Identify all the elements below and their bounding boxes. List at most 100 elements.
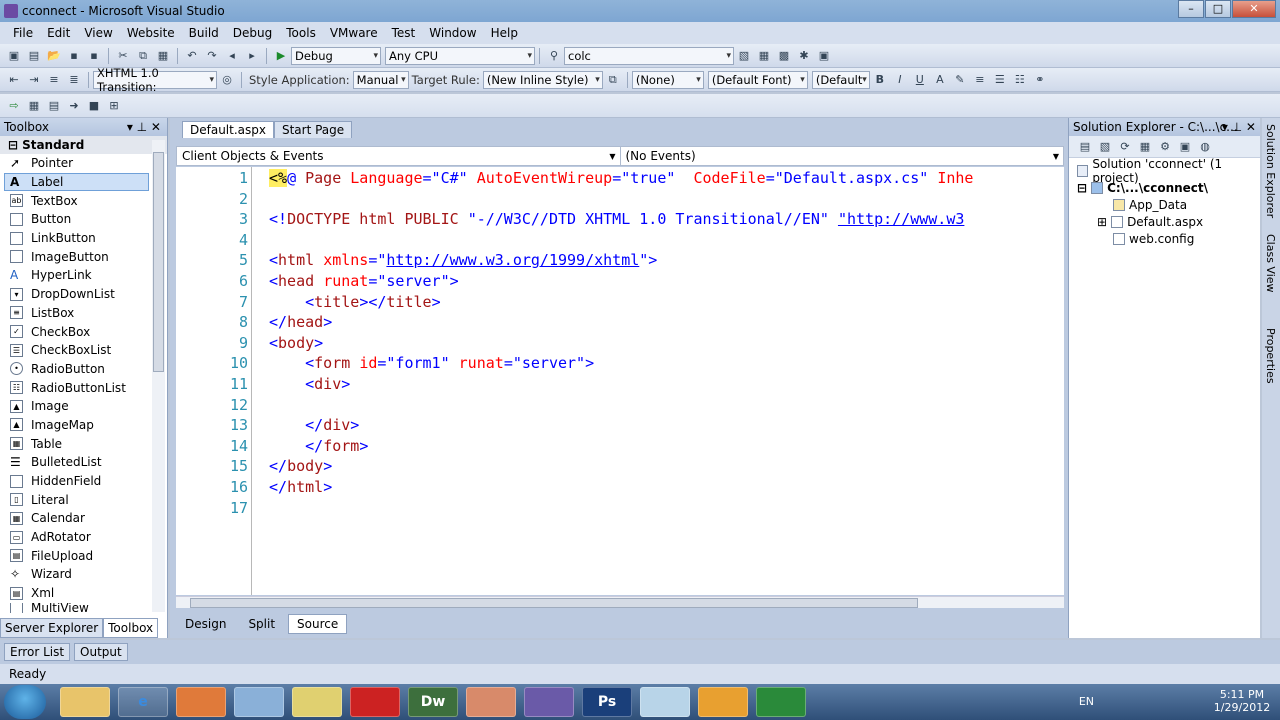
- comment-icon[interactable]: ≡: [46, 72, 62, 88]
- maximize-button[interactable]: □: [1205, 0, 1231, 18]
- toolbox-item-radiobutton[interactable]: • RadioButton: [0, 360, 167, 379]
- align-icon[interactable]: ≡: [972, 72, 988, 88]
- toolbox-item-table[interactable]: ▦ Table: [0, 434, 167, 453]
- highlight-icon[interactable]: ✎: [952, 72, 968, 88]
- toolbox-item-adrotator[interactable]: ▭ AdRotator: [0, 528, 167, 547]
- language-indicator[interactable]: EN: [1079, 695, 1094, 708]
- toolbox-item-listbox[interactable]: ≡ ListBox: [0, 304, 167, 323]
- style-application-dropdown[interactable]: Manual: [352, 70, 409, 89]
- toolbox-icon[interactable]: ✱: [796, 48, 812, 64]
- tree-item-web-config[interactable]: web.config: [1069, 230, 1260, 247]
- cancel-build-icon[interactable]: ■: [86, 98, 102, 114]
- toolbox-item-label[interactable]: A Label: [4, 172, 149, 192]
- close-button[interactable]: ✕: [1232, 0, 1276, 18]
- toolbox-scrollbar[interactable]: [152, 140, 165, 612]
- rebuild-icon[interactable]: ▤: [46, 98, 62, 114]
- panel-controls[interactable]: ▾ ⊥ ✕: [127, 120, 161, 134]
- nest-files-icon[interactable]: ▦: [1137, 139, 1153, 155]
- cut-icon[interactable]: ✂: [115, 48, 131, 64]
- toolbox-item-hyperlink[interactable]: A HyperLink: [0, 266, 167, 285]
- toolbox-item-checkboxlist[interactable]: ☰ CheckBoxList: [0, 341, 167, 360]
- show-all-files-icon[interactable]: ▧: [1097, 139, 1113, 155]
- visual-studio-taskbar-icon[interactable]: [524, 687, 574, 717]
- numbering-icon[interactable]: ☷: [1012, 72, 1028, 88]
- bold-button[interactable]: B: [872, 72, 888, 88]
- toolbox-item-pointer[interactable]: ➚ Pointer: [0, 154, 167, 173]
- bullets-icon[interactable]: ☰: [992, 72, 1008, 88]
- navigate-back-icon[interactable]: ◂: [224, 48, 240, 64]
- font-size-dropdown[interactable]: (Default: [811, 70, 870, 89]
- toolbox-item-radiobuttonlist[interactable]: ☷ RadioButtonList: [0, 378, 167, 397]
- redo-icon[interactable]: ↷: [204, 48, 220, 64]
- menu-tools[interactable]: Tools: [279, 26, 323, 40]
- toolbox-item-fileupload[interactable]: ▤ FileUpload: [0, 546, 167, 565]
- dreamweaver-taskbar-icon[interactable]: Dw: [408, 687, 458, 717]
- tree-item-default-aspx[interactable]: ⊞ Default.aspx: [1069, 213, 1260, 230]
- chrome-taskbar-icon[interactable]: [292, 687, 342, 717]
- start-debugging-icon[interactable]: ▶: [273, 48, 289, 64]
- toolbox-item-imagebutton[interactable]: ImageButton: [0, 247, 167, 266]
- tree-item-app-data[interactable]: App_Data: [1069, 196, 1260, 213]
- solution-config-dropdown[interactable]: Debug: [291, 46, 381, 65]
- find-combo[interactable]: colc: [564, 46, 734, 65]
- find-icon[interactable]: ⚲: [546, 48, 562, 64]
- refresh-icon[interactable]: ⟳: [1117, 139, 1133, 155]
- menu-help[interactable]: Help: [484, 26, 525, 40]
- design-view-tab[interactable]: Design: [176, 614, 235, 634]
- toolbox-group-standard[interactable]: ⊟ Standard: [0, 136, 167, 154]
- hyperlink-icon[interactable]: ⚭: [1032, 72, 1048, 88]
- publish-icon[interactable]: ➜: [66, 98, 82, 114]
- view-designer-icon[interactable]: ▣: [1177, 139, 1193, 155]
- toolbox-item-checkbox[interactable]: ✓ CheckBox: [0, 322, 167, 341]
- solution-explorer-icon[interactable]: ▧: [736, 48, 752, 64]
- output-tab[interactable]: Output: [74, 643, 128, 661]
- green-app-taskbar-icon[interactable]: [756, 687, 806, 717]
- forecolor-icon[interactable]: A: [932, 72, 948, 88]
- solution-explorer-side-tab[interactable]: Solution Explorer: [1264, 124, 1277, 218]
- view-code-icon[interactable]: ⚙: [1157, 139, 1173, 155]
- menu-website[interactable]: Website: [120, 26, 182, 40]
- target-rule-dropdown[interactable]: (New Inline Style): [482, 70, 603, 89]
- menu-edit[interactable]: Edit: [40, 26, 77, 40]
- properties-side-tab[interactable]: Properties: [1264, 328, 1277, 384]
- menu-build[interactable]: Build: [182, 26, 226, 40]
- tab-default-aspx[interactable]: Default.aspx: [182, 121, 274, 138]
- explorer-taskbar-icon[interactable]: [60, 687, 110, 717]
- toolbox-item-wizard[interactable]: ✧ Wizard: [0, 565, 167, 584]
- paste-icon[interactable]: ▦: [155, 48, 171, 64]
- underline-button[interactable]: U: [912, 72, 928, 88]
- open-icon[interactable]: 📂: [46, 48, 62, 64]
- opera-taskbar-icon[interactable]: [350, 687, 400, 717]
- toolbox-item-hiddenfield[interactable]: HiddenField: [0, 472, 167, 491]
- outdent-icon[interactable]: ⇤: [6, 72, 22, 88]
- safari-taskbar-icon[interactable]: [234, 687, 284, 717]
- navigate-forward-icon[interactable]: ▸: [244, 48, 260, 64]
- build-icon[interactable]: ▦: [26, 98, 42, 114]
- tab-start-page[interactable]: Start Page: [273, 121, 353, 138]
- block-format-dropdown[interactable]: (None): [631, 70, 704, 89]
- toolbox-item-button[interactable]: Button: [0, 210, 167, 229]
- indent-icon[interactable]: ⇥: [26, 72, 42, 88]
- server-explorer-tab[interactable]: Server Explorer: [0, 618, 104, 638]
- media-taskbar-icon[interactable]: [698, 687, 748, 717]
- code-editor[interactable]: 1 2 3 4 5 6 7 8 9 10 11 12 13 14 15 16 1…: [176, 167, 1064, 595]
- panel-controls[interactable]: ▾ ⊥ ✕: [1222, 120, 1256, 134]
- toolbox-item-dropdownlist[interactable]: ▾ DropDownList: [0, 285, 167, 304]
- toolbox-item-bulletedlist[interactable]: ☰ BulletedList: [0, 453, 167, 472]
- error-list-tab[interactable]: Error List: [4, 643, 71, 661]
- toolbox-item-calendar[interactable]: ▦ Calendar: [0, 509, 167, 528]
- object-dropdown[interactable]: Client Objects & Events: [177, 147, 621, 165]
- paint-taskbar-icon[interactable]: [466, 687, 516, 717]
- internet-explorer-taskbar-icon[interactable]: e: [118, 687, 168, 717]
- toolbox-tab[interactable]: Toolbox: [103, 618, 159, 638]
- notepad-taskbar-icon[interactable]: [640, 687, 690, 717]
- start-button[interactable]: [4, 685, 46, 719]
- toolbox-item-xml[interactable]: ▤ Xml: [0, 584, 167, 603]
- minimize-button[interactable]: –: [1178, 0, 1204, 18]
- editor-horizontal-scrollbar[interactable]: [176, 596, 1064, 608]
- event-dropdown[interactable]: (No Events): [621, 147, 1064, 165]
- save-icon[interactable]: ▪: [66, 48, 82, 64]
- toolbox-item-textbox[interactable]: ab TextBox: [0, 191, 167, 210]
- copy-website-icon[interactable]: ◍: [1197, 139, 1213, 155]
- menu-test[interactable]: Test: [385, 26, 423, 40]
